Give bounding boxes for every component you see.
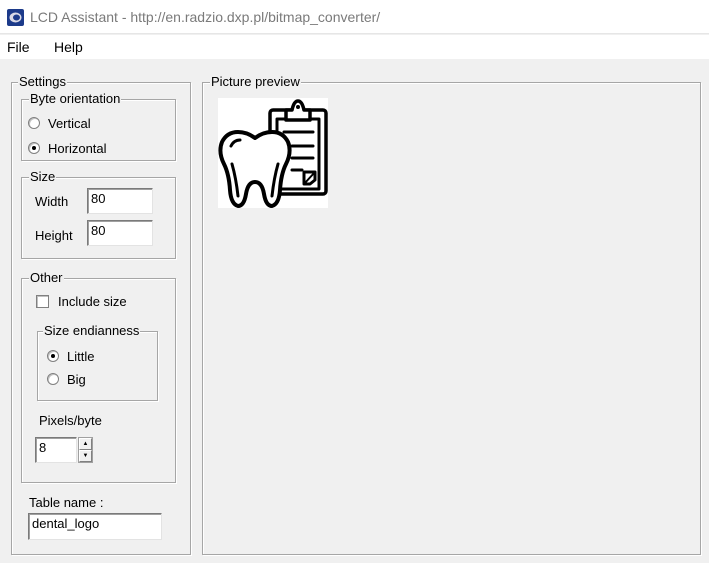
preview-image <box>218 98 328 208</box>
lcd-assistant-icon <box>7 9 24 26</box>
other-legend: Other <box>29 270 64 286</box>
table-name-input[interactable]: dental_logo <box>28 513 162 540</box>
title-bar[interactable]: LCD Assistant - http://en.radzio.dxp.pl/… <box>0 0 709 34</box>
vertical-radio[interactable] <box>28 117 40 129</box>
big-label[interactable]: Big <box>67 372 86 388</box>
vertical-label[interactable]: Vertical <box>48 116 91 132</box>
height-label: Height <box>35 228 73 243</box>
little-label[interactable]: Little <box>67 349 94 365</box>
table-name-label: Table name : <box>29 495 104 510</box>
menu-help[interactable]: Help <box>54 39 83 55</box>
menu-file[interactable]: File <box>7 39 30 55</box>
include-size-checkbox[interactable] <box>36 295 49 308</box>
horizontal-label[interactable]: Horizontal <box>48 141 107 157</box>
little-radio[interactable] <box>47 350 59 362</box>
pixels-per-byte-spinner[interactable]: ▲ ▼ <box>78 437 93 463</box>
window-title: LCD Assistant - http://en.radzio.dxp.pl/… <box>30 9 381 25</box>
byte-orientation-legend: Byte orientation <box>29 91 122 107</box>
settings-legend: Settings <box>18 74 67 90</box>
pixels-per-byte-label: Pixels/byte <box>39 413 102 428</box>
spin-down-icon[interactable]: ▼ <box>79 450 92 462</box>
tooth-clipboard-icon <box>218 99 328 208</box>
spin-up-icon[interactable]: ▲ <box>79 438 92 450</box>
size-endianness-group: Size endianness <box>37 323 158 401</box>
width-input[interactable]: 80 <box>87 188 153 214</box>
size-endianness-legend: Size endianness <box>43 323 141 339</box>
include-size-label[interactable]: Include size <box>58 294 127 310</box>
pixels-per-byte-input[interactable]: 8 <box>35 437 77 463</box>
horizontal-radio[interactable] <box>28 142 40 154</box>
height-input[interactable]: 80 <box>87 220 153 246</box>
menu-bar: File Help <box>0 35 709 59</box>
big-radio[interactable] <box>47 373 59 385</box>
size-legend: Size <box>29 169 57 185</box>
picture-preview-legend: Picture preview <box>210 74 301 90</box>
width-label: Width <box>35 194 69 209</box>
